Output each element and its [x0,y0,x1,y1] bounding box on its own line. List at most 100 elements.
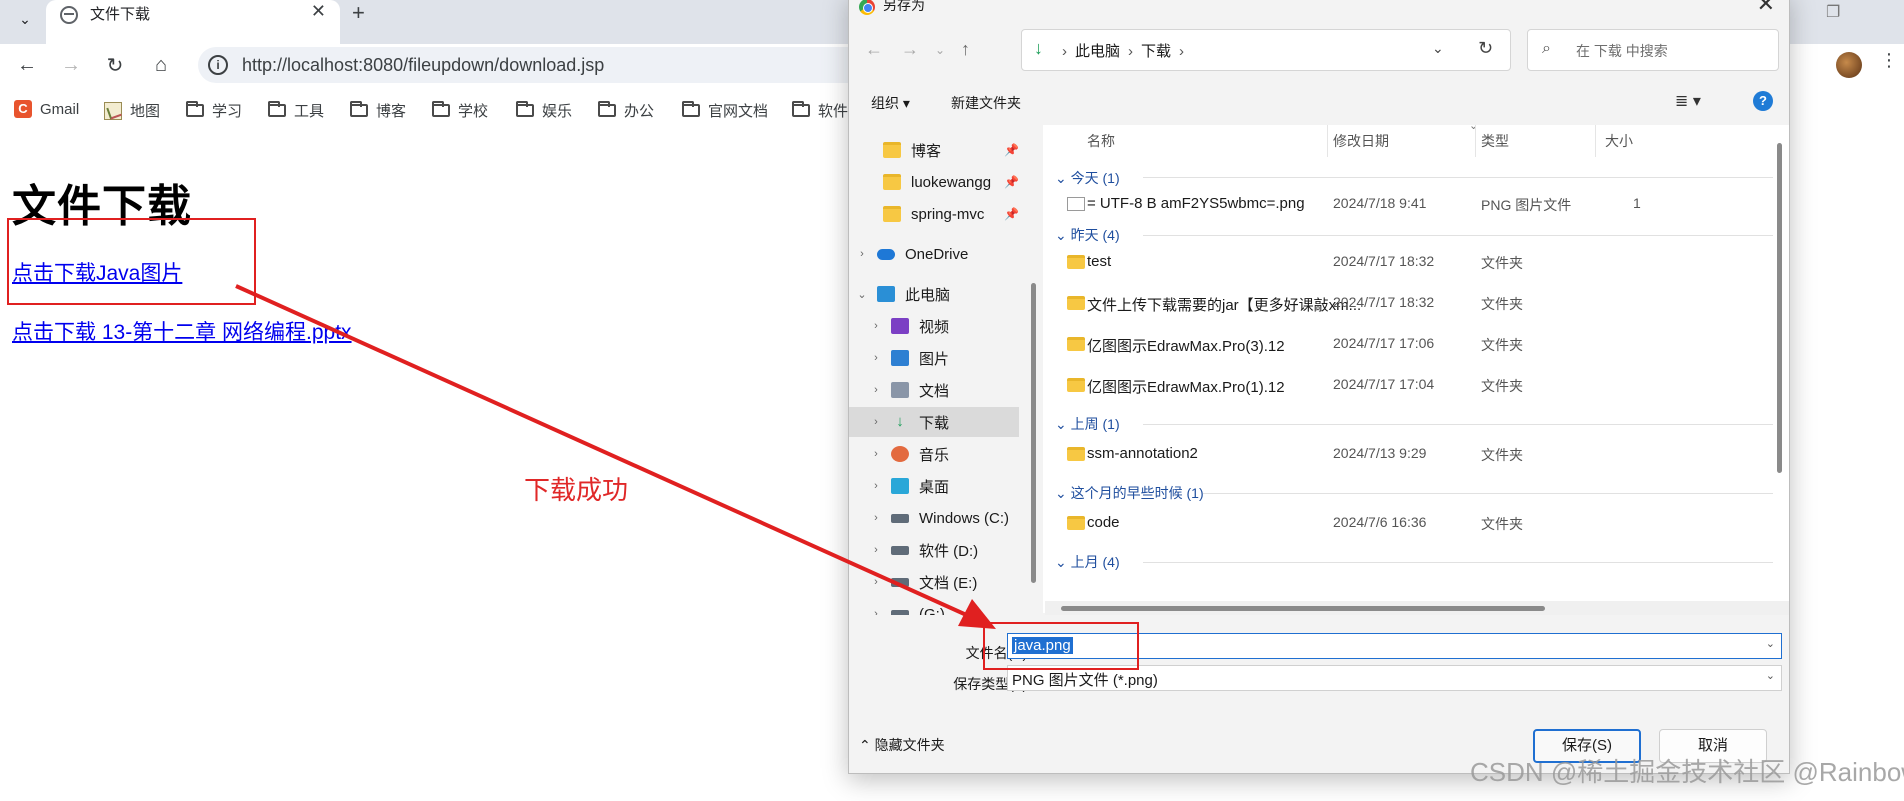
folder-icon [1067,255,1085,269]
view-options-icon[interactable]: ≣ ▾ [1675,91,1701,111]
profile-avatar[interactable] [1836,52,1862,78]
browser-tab[interactable]: 文件下载 ✕ [46,0,340,44]
nav-item-luokewangg[interactable]: luokewangg 📌 [849,167,1019,197]
chevron-right-icon[interactable]: › [869,608,883,615]
bookmark-gmail[interactable]: C Gmail [14,100,79,118]
chevron-right-icon[interactable]: › [869,320,883,332]
file-row[interactable]: 亿图图示EdrawMax.Pro(3).12 2024/7/17 17:06 文件夹 [1043,330,1783,360]
chevron-right-icon[interactable]: › [869,352,883,364]
column-header-date[interactable]: 修改日期 [1333,131,1389,151]
dialog-title: 另存为 [883,0,925,13]
nav-item-drive-g[interactable]: › (G:) [849,599,1019,615]
chevron-right-icon[interactable]: › [869,480,883,492]
bookmark-map[interactable]: 地图 [104,100,160,121]
nav-item-drive-c[interactable]: › Windows (C:) [849,503,1019,533]
more-menu-icon[interactable]: ⋮ [1880,50,1898,71]
nav-item-documents[interactable]: › 文档 [849,375,1019,405]
nav-item-drive-e[interactable]: › 文档 (E:) [849,567,1019,597]
chevron-down-icon[interactable]: ⌄ [1432,40,1444,57]
column-divider[interactable] [1475,125,1476,157]
nav-item-blog[interactable]: 博客 📌 [849,135,1019,165]
group-header-earlier-this-month[interactable]: ⌄ 这个月的早些时候 (1) [1055,483,1204,503]
bookmark-folder[interactable]: 学校 [432,100,488,121]
bookmark-folder[interactable]: 软件 [792,100,848,121]
back-arrow-icon[interactable]: ← [865,39,883,60]
bookmark-folder[interactable]: 工具 [268,100,324,121]
file-row[interactable]: code 2024/7/6 16:36 文件夹 [1043,509,1783,539]
bookmark-folder[interactable]: 博客 [350,100,406,121]
chevron-right-icon[interactable]: › [869,384,883,396]
hide-folders-toggle[interactable]: ⌃ 隐藏文件夹 [859,735,945,755]
up-arrow-icon[interactable]: ↑ [961,39,970,60]
file-row[interactable]: 文件上传下载需要的jar【更多好课敲xm... 2024/7/17 18:32 文件… [1043,289,1783,319]
nav-item-spring-mvc[interactable]: spring-mvc 📌 [849,199,1019,229]
help-icon[interactable]: ? [1753,91,1773,111]
new-tab-button[interactable]: + [352,0,365,26]
file-list-scrollbar[interactable] [1777,143,1782,473]
download-pptx-link[interactable]: 点击下载 13-第十二章 网络编程.pptx [12,316,352,346]
chevron-down-icon[interactable]: ⌄ [855,288,869,301]
music-icon [891,446,909,462]
nav-item-pictures[interactable]: › 图片 [849,343,1019,373]
nav-item-onedrive[interactable]: › OneDrive [849,239,1019,269]
forward-arrow-icon[interactable]: → [58,52,84,78]
chevron-down-icon[interactable]: ⌄ [1766,637,1775,650]
reload-icon[interactable]: ↻ [102,52,128,78]
group-header-last-week[interactable]: ⌄ 上周 (1) [1055,414,1120,434]
url-text[interactable]: http://localhost:8080/fileupdown/downloa… [242,55,604,76]
file-row[interactable]: test 2024/7/17 18:32 文件夹 [1043,248,1783,278]
tab-close-icon[interactable]: ✕ [311,1,326,22]
chevron-right-icon[interactable]: › [855,248,869,260]
dialog-search-input[interactable]: ⌕ 在 下载 中搜索 [1527,29,1779,71]
window-restore-icon[interactable]: ❐ [1826,2,1840,22]
file-row[interactable]: 亿图图示EdrawMax.Pro(1).12 2024/7/17 17:04 文件夹 [1043,371,1783,401]
nav-item-downloads[interactable]: › ↓ 下载 [849,407,1019,437]
folder-icon [682,101,700,117]
forward-arrow-icon[interactable]: → [901,39,919,60]
home-icon[interactable]: ⌂ [148,52,174,78]
chevron-right-icon[interactable]: › [869,448,883,460]
chevron-right-icon[interactable]: › [869,416,883,428]
tab-search-button[interactable]: ⌄ [10,4,40,34]
site-info-icon[interactable]: i [208,55,228,75]
back-arrow-icon[interactable]: ← [14,52,40,78]
nav-item-videos[interactable]: › 视频 [849,311,1019,341]
filetype-value: PNG 图片文件 (*.png) [1012,672,1158,689]
chevron-right-icon[interactable]: › [869,512,883,524]
group-header-today[interactable]: ⌄ 今天 (1) [1055,168,1120,188]
nav-item-desktop[interactable]: › 桌面 [849,471,1019,501]
group-header-yesterday[interactable]: ⌄ 昨天 (4) [1055,225,1120,245]
chevron-right-icon[interactable]: › [869,576,883,588]
breadcrumb-downloads[interactable]: 下载 [1141,43,1171,60]
breadcrumb-this-pc[interactable]: 此电脑 [1075,43,1120,60]
bookmark-folder[interactable]: 官网文档 [682,100,768,121]
bookmark-folder[interactable]: 娱乐 [516,100,572,121]
column-header-type[interactable]: 类型 [1481,131,1509,151]
folder-icon [350,101,368,117]
column-header-name[interactable]: 名称 [1087,131,1115,151]
group-divider [1143,562,1773,563]
group-header-last-month[interactable]: ⌄ 上月 (4) [1055,552,1120,572]
refresh-icon[interactable]: ↻ [1478,38,1493,59]
dialog-address-bar[interactable]: ↓ › 此电脑 › 下载 › ⌄ ↻ [1021,29,1511,71]
pin-icon: 📌 [1004,175,1019,189]
nav-item-music[interactable]: › 音乐 [849,439,1019,469]
address-bar[interactable]: i http://localhost:8080/fileupdown/downl… [198,47,898,83]
chevron-right-icon[interactable]: › [869,544,883,556]
new-folder-button[interactable]: 新建文件夹 [951,93,1021,113]
chevron-down-icon[interactable]: ⌄ [1766,669,1775,682]
file-row[interactable]: ssm-annotation2 2024/7/13 9:29 文件夹 [1043,440,1783,470]
column-divider[interactable] [1595,125,1596,157]
file-row[interactable]: = UTF-8 B amF2YS5wbmc=.png 2024/7/18 9:41… [1043,190,1783,220]
bookmark-folder[interactable]: 学习 [186,100,242,121]
recent-locations-icon[interactable]: ⌄ [935,43,945,57]
horizontal-scrollbar-thumb[interactable] [1061,606,1545,611]
navigation-scrollbar[interactable] [1031,283,1036,583]
nav-item-drive-d[interactable]: › 软件 (D:) [849,535,1019,565]
column-header-size[interactable]: 大小 [1605,131,1633,151]
bookmark-folder[interactable]: 办公 [598,100,654,121]
column-divider[interactable] [1327,125,1328,157]
nav-item-this-pc[interactable]: ⌄ 此电脑 [849,279,1019,309]
dialog-close-icon[interactable]: ✕ [1757,0,1775,17]
organize-menu[interactable]: 组织 ▾ [871,93,910,113]
